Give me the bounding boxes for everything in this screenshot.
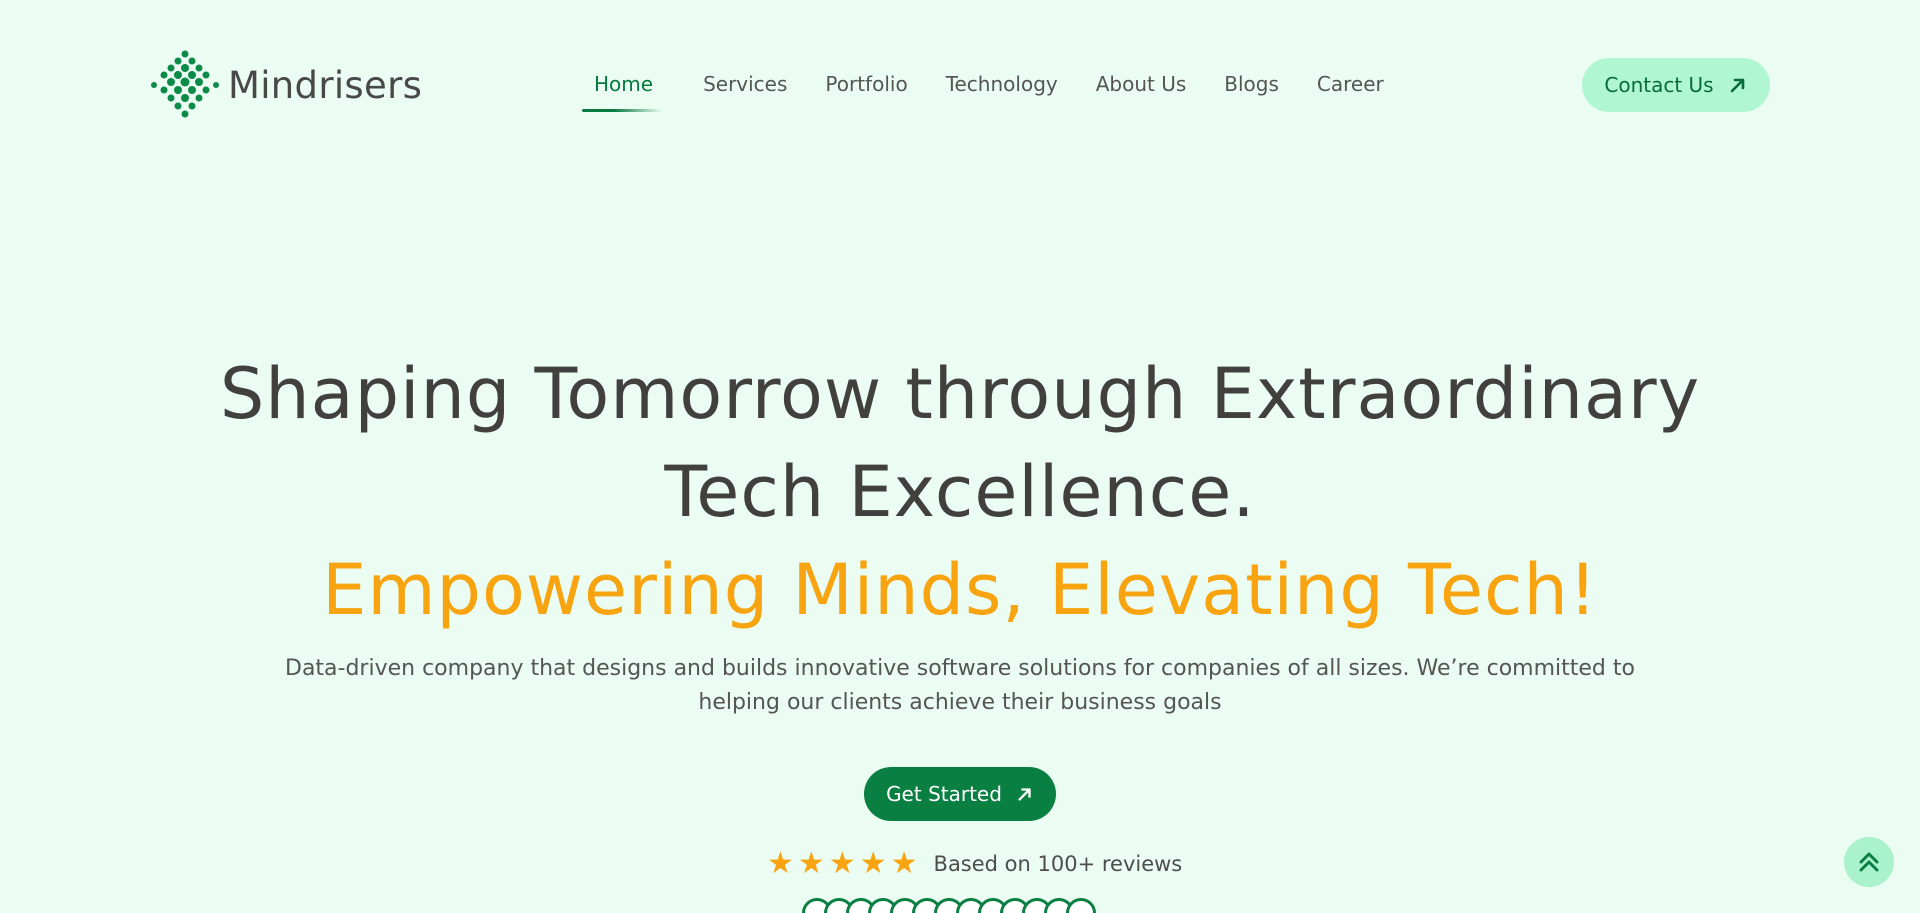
get-started-label: Get Started [886, 782, 1002, 806]
star-icon: ★ [890, 846, 920, 881]
reviews-summary: ★ ★ ★ ★ ★ Based on 100+ reviews [767, 846, 1182, 881]
nav-item-about-us[interactable]: About Us [1096, 70, 1187, 98]
nav-item-blogs[interactable]: Blogs [1224, 70, 1279, 98]
double-chevron-up-icon [1859, 852, 1879, 872]
contact-us-button[interactable]: Contact Us [1582, 58, 1770, 112]
hero-tagline: Empowering Minds, Elevating Tech! [322, 549, 1598, 631]
get-started-button[interactable]: Get Started [864, 767, 1056, 821]
arrow-up-right-icon [1730, 78, 1744, 93]
hero-title-line-2: Tech Excellence. [664, 451, 1256, 533]
hero-title-line-1: Shaping Tomorrow through Extraordinary [219, 353, 1701, 435]
reviews-text: Based on 100+ reviews [933, 851, 1183, 876]
client-logo [1066, 898, 1096, 913]
star-icon: ★ [828, 846, 858, 881]
hero-description: Data-driven company that designs and bui… [285, 656, 1635, 715]
dot-grid-logo-icon [151, 50, 219, 118]
nav-item-career[interactable]: Career [1317, 70, 1384, 98]
client-logo-strip [802, 898, 1096, 913]
star-icon: ★ [767, 846, 796, 881]
star-icon: ★ [797, 846, 827, 881]
scroll-to-top-button[interactable] [1844, 837, 1894, 887]
nav-item-services[interactable]: Services [703, 70, 787, 98]
arrow-up-right-icon [1018, 788, 1031, 801]
main-nav: Home Services Portfolio Technology About… [582, 70, 1422, 112]
star-rating: ★ ★ ★ ★ ★ [767, 846, 922, 881]
nav-item-portfolio[interactable]: Portfolio [825, 70, 907, 98]
brand-logo[interactable]: Mindrisers [150, 50, 422, 120]
nav-item-technology[interactable]: Technology [946, 70, 1058, 98]
star-icon: ★ [859, 846, 889, 881]
nav-item-home[interactable]: Home [582, 70, 665, 112]
contact-us-label: Contact Us [1604, 73, 1714, 97]
brand-name: Mindrisers [228, 63, 423, 107]
